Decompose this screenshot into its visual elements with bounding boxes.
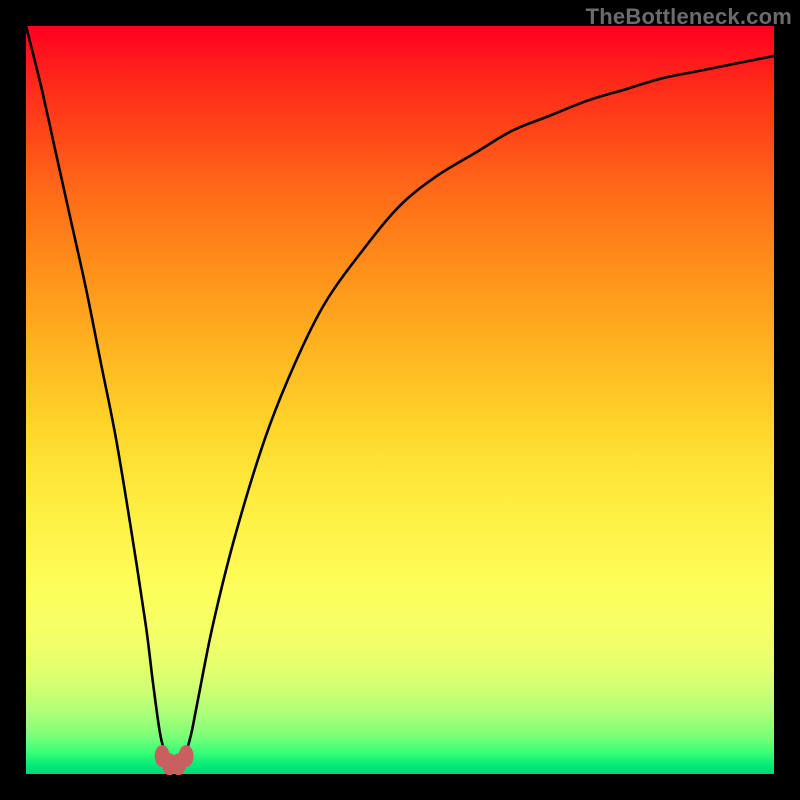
minimum-markers (155, 745, 194, 775)
plot-area (26, 26, 774, 774)
chart-frame: TheBottleneck.com (0, 0, 800, 800)
minimum-marker (179, 745, 194, 767)
bottleneck-curve (26, 26, 774, 767)
curve-svg (26, 26, 774, 774)
watermark-text: TheBottleneck.com (586, 4, 792, 30)
